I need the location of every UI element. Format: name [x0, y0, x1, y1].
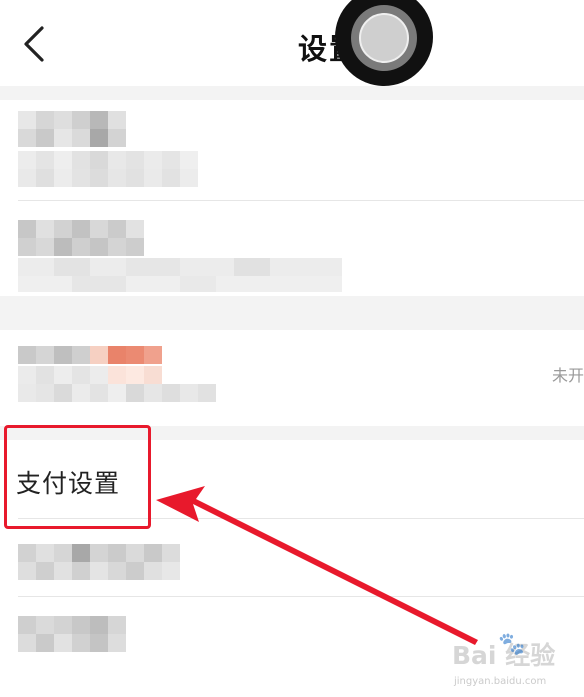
paw-icon: 🐾: [498, 632, 526, 657]
annotation-arrow-icon: [156, 486, 478, 645]
baidu-watermark: Bai 经验 🐾 jingyan.baidu.com: [440, 626, 584, 697]
watermark-url: jingyan.baidu.com: [454, 676, 547, 687]
